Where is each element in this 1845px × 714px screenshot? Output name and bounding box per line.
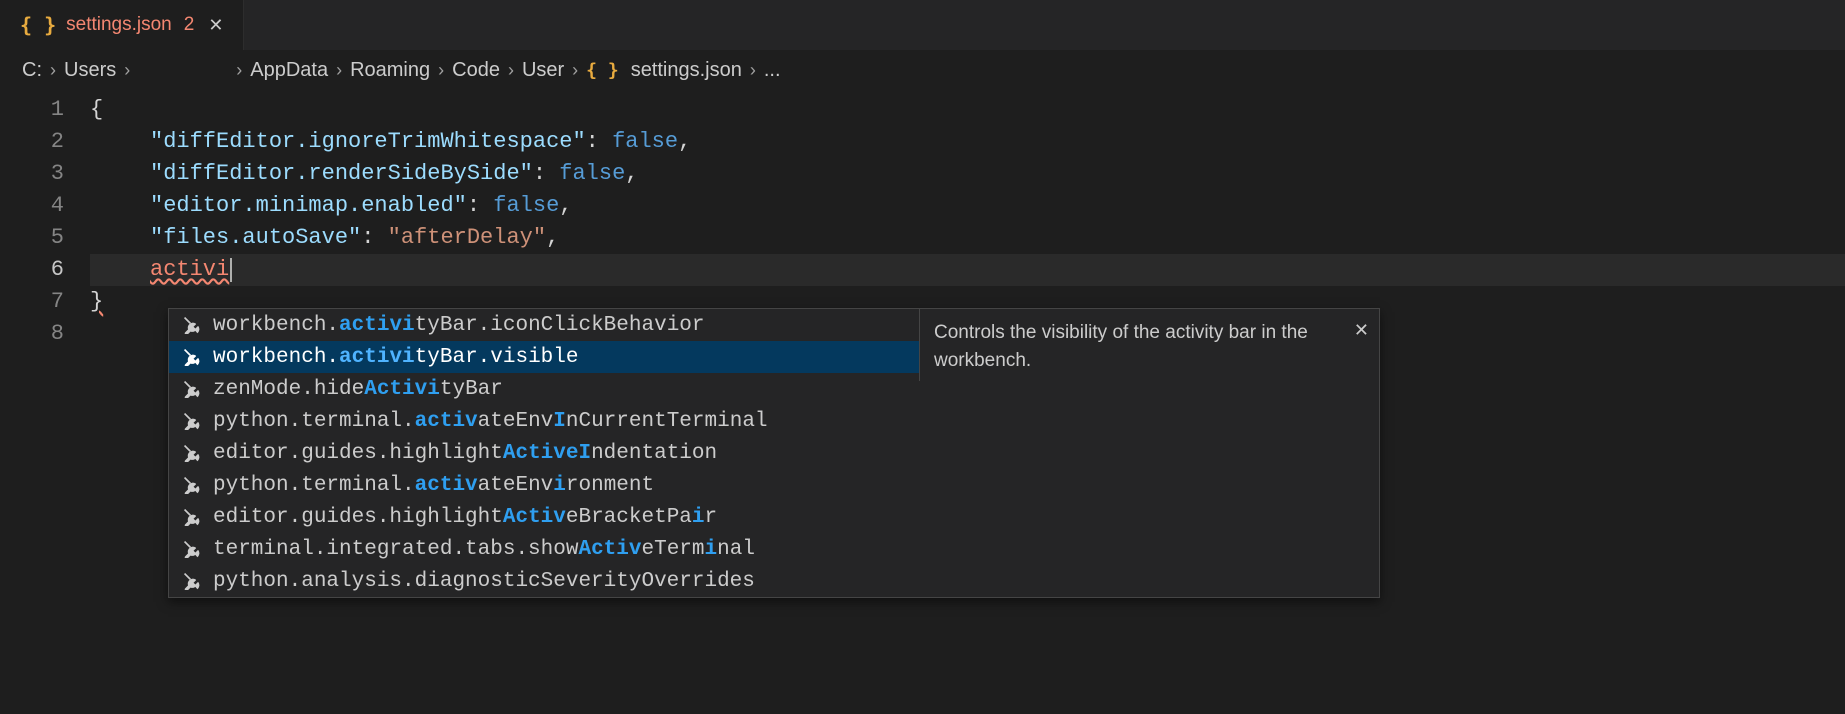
line-number: 5	[0, 222, 64, 254]
line-number: 2	[0, 126, 64, 158]
chevron-right-icon: ›	[572, 60, 578, 81]
suggest-item[interactable]: editor.guides.highlightActiveBracketPair	[169, 501, 919, 533]
code-line[interactable]: "diffEditor.renderSideBySide": false,	[90, 158, 1845, 190]
suggest-item[interactable]: python.terminal.activateEnvironment	[169, 469, 919, 501]
tab-problem-count: 2	[184, 14, 195, 36]
suggest-item-label: terminal.integrated.tabs.showActiveTermi…	[213, 538, 755, 561]
tab-settings-json[interactable]: { } settings.json 2 ✕	[0, 0, 244, 50]
chevron-right-icon: ›	[508, 60, 514, 81]
line-number-gutter: 1 2 3 4 5 6 7 8	[0, 94, 90, 350]
wrench-icon	[183, 380, 201, 398]
tab-filename: settings.json	[66, 14, 172, 36]
suggest-item[interactable]: workbench.activityBar.visible	[169, 341, 919, 373]
suggest-widget[interactable]: workbench.activityBar.iconClickBehavior w…	[168, 308, 1380, 598]
wrench-icon	[183, 540, 201, 558]
wrench-icon	[183, 412, 201, 430]
breadcrumb-segment[interactable]: Code	[452, 59, 500, 82]
wrench-icon	[183, 508, 201, 526]
chevron-right-icon: ›	[236, 60, 242, 81]
wrench-icon	[183, 316, 201, 334]
line-number: 3	[0, 158, 64, 190]
suggest-item-label: workbench.activityBar.visible	[213, 346, 578, 369]
code-line[interactable]: "diffEditor.ignoreTrimWhitespace": false…	[90, 126, 1845, 158]
breadcrumb[interactable]: C: › Users › › AppData › Roaming › Code …	[0, 50, 1845, 90]
breadcrumb-segment[interactable]: User	[522, 59, 564, 82]
wrench-icon	[183, 476, 201, 494]
suggest-item-label: editor.guides.highlightActiveIndentation	[213, 442, 717, 465]
code-line[interactable]: "files.autoSave": "afterDelay",	[90, 222, 1845, 254]
code-line-current[interactable]: activi	[90, 254, 1845, 286]
wrench-icon	[183, 572, 201, 590]
breadcrumb-segment[interactable]: AppData	[250, 59, 328, 82]
code-line[interactable]: "editor.minimap.enabled": false,	[90, 190, 1845, 222]
suggest-item[interactable]: editor.guides.highlightActiveIndentation	[169, 437, 919, 469]
suggest-item-label: python.terminal.activateEnvInCurrentTerm…	[213, 410, 768, 433]
breadcrumb-trailing[interactable]: ...	[764, 59, 781, 82]
suggest-item-label: python.analysis.diagnosticSeverityOverri…	[213, 570, 755, 593]
suggest-item[interactable]: terminal.integrated.tabs.showActiveTermi…	[169, 533, 919, 565]
suggest-item-label: python.terminal.activateEnvironment	[213, 474, 654, 497]
suggest-item-label: workbench.activityBar.iconClickBehavior	[213, 314, 705, 337]
suggest-item[interactable]: python.analysis.diagnosticSeverityOverri…	[169, 565, 919, 597]
suggest-item[interactable]: zenMode.hideActivityBar	[169, 373, 919, 405]
line-number: 6	[0, 254, 64, 286]
json-file-icon: { }	[586, 60, 619, 81]
breadcrumb-segment[interactable]: C:	[22, 59, 42, 82]
chevron-right-icon: ›	[438, 60, 444, 81]
wrench-icon	[183, 348, 201, 366]
suggest-list[interactable]: workbench.activityBar.iconClickBehavior w…	[169, 309, 919, 597]
chevron-right-icon: ›	[750, 60, 756, 81]
breadcrumb-segment[interactable]: Users	[64, 59, 116, 82]
close-icon[interactable]: ✕	[1354, 317, 1369, 343]
close-tab-icon[interactable]: ✕	[208, 15, 223, 36]
suggest-item[interactable]: python.terminal.activateEnvInCurrentTerm…	[169, 405, 919, 437]
suggest-documentation: Controls the visibility of the activity …	[919, 309, 1379, 381]
suggest-item[interactable]: workbench.activityBar.iconClickBehavior	[169, 309, 919, 341]
suggest-item-label: zenMode.hideActivityBar	[213, 378, 503, 401]
breadcrumb-file[interactable]: settings.json	[631, 59, 742, 82]
line-number: 7	[0, 286, 64, 318]
line-number: 1	[0, 94, 64, 126]
chevron-right-icon: ›	[336, 60, 342, 81]
suggest-item-label: editor.guides.highlightActiveBracketPair	[213, 506, 717, 529]
code-line[interactable]: {	[90, 94, 1845, 126]
tab-bar: { } settings.json 2 ✕	[0, 0, 1845, 50]
wrench-icon	[183, 444, 201, 462]
chevron-right-icon: ›	[124, 60, 130, 81]
chevron-right-icon: ›	[50, 60, 56, 81]
json-file-icon: { }	[20, 13, 56, 37]
error-token: activi	[150, 257, 229, 282]
breadcrumb-segment[interactable]: Roaming	[350, 59, 430, 82]
line-number: 4	[0, 190, 64, 222]
line-number: 8	[0, 318, 64, 350]
suggest-doc-text: Controls the visibility of the activity …	[934, 322, 1308, 371]
text-cursor	[230, 258, 232, 282]
